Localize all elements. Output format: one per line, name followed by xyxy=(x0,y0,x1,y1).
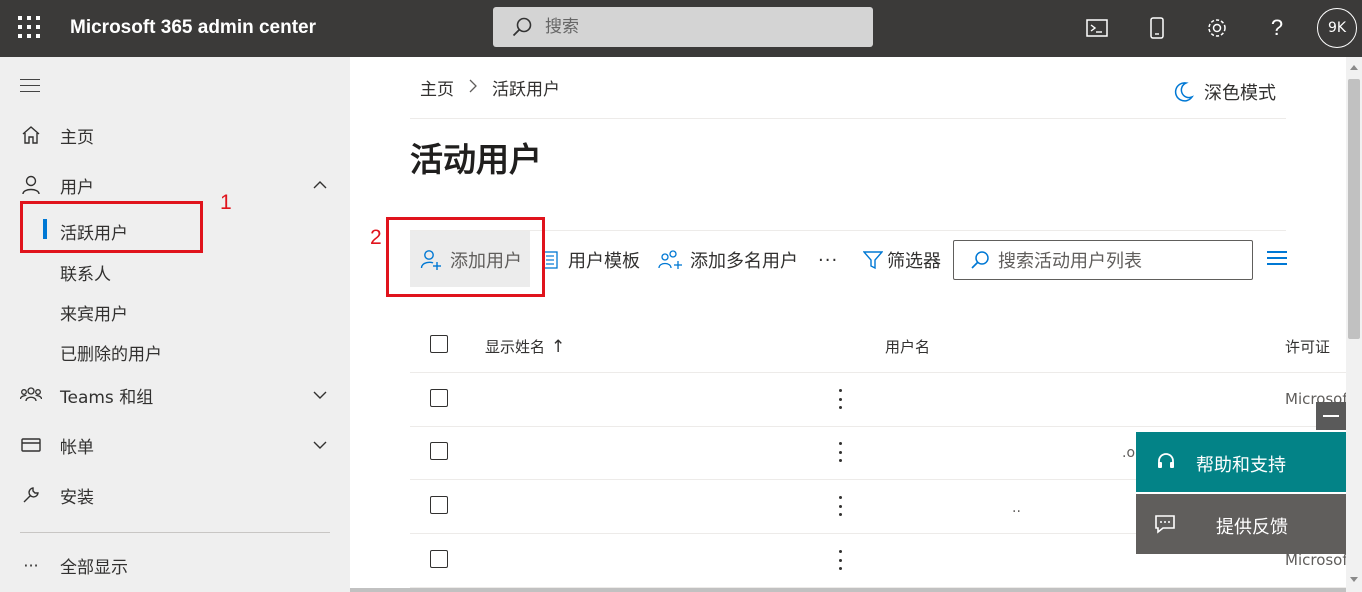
feedback-label: 提供反馈 xyxy=(1216,517,1288,538)
gear-icon[interactable] xyxy=(1203,14,1231,42)
filter-button[interactable]: 筛选器 xyxy=(863,245,941,275)
add-people-icon xyxy=(658,249,682,271)
global-search-input[interactable] xyxy=(545,15,845,39)
user-templates-label: 用户模板 xyxy=(568,251,640,272)
chevron-down-icon[interactable] xyxy=(312,387,328,403)
horizontal-scrollbar[interactable] xyxy=(350,588,1346,592)
nav-label-show-all: 全部显示 xyxy=(60,557,128,578)
nav-label-setup: 安装 xyxy=(60,487,94,508)
chevron-down-icon[interactable] xyxy=(312,437,328,453)
breadcrumb-current: 活跃用户 xyxy=(492,80,560,100)
nav-item-setup[interactable]: 安装 xyxy=(0,477,350,513)
avatar[interactable]: 9K xyxy=(1317,8,1357,48)
annotation-box-1 xyxy=(20,201,203,253)
more-actions-button[interactable]: ··· xyxy=(818,245,838,275)
annotation-number-2: 2 xyxy=(370,226,382,249)
row-username-fragment: .. xyxy=(1012,500,1021,516)
people-group-icon xyxy=(20,384,42,406)
chevron-right-icon xyxy=(468,78,478,98)
row-more-icon[interactable] xyxy=(832,550,848,570)
breadcrumb-home[interactable]: 主页 xyxy=(420,75,454,100)
header-divider xyxy=(410,118,1286,119)
top-bar: Microsoft 365 admin center ? 9K xyxy=(0,0,1362,57)
nav-item-home[interactable]: 主页 xyxy=(0,117,350,153)
chevron-up-icon[interactable] xyxy=(312,177,328,193)
nav-item-users[interactable]: 用户 xyxy=(0,167,350,203)
mobile-app-icon[interactable] xyxy=(1143,14,1171,42)
vertical-scrollbar[interactable] xyxy=(1346,57,1362,592)
column-header-license[interactable]: 许可证 xyxy=(1285,336,1330,357)
nav-item-teams-groups[interactable]: Teams 和组 xyxy=(0,377,350,413)
app-title[interactable]: Microsoft 365 admin center xyxy=(70,17,316,39)
row-checkbox[interactable] xyxy=(430,442,448,460)
help-support-label: 帮助和支持 xyxy=(1196,455,1286,476)
nav-label-teams-groups: Teams 和组 xyxy=(60,387,154,408)
nav-item-deleted-users[interactable]: 已删除的用户 xyxy=(60,340,162,365)
dark-mode-label: 深色模式 xyxy=(1204,83,1276,104)
feedback-button[interactable]: 提供反馈 xyxy=(1136,494,1346,554)
waffle-icon[interactable] xyxy=(18,16,42,40)
nav-item-guest-users[interactable]: 来宾用户 xyxy=(60,300,128,325)
nav-item-billing[interactable]: 帐单 xyxy=(0,427,350,463)
row-more-icon[interactable] xyxy=(832,389,848,409)
display-name-header-label: 显示姓名 xyxy=(485,338,546,356)
breadcrumb: 主页 活跃用户 xyxy=(420,75,560,100)
feedback-chat-icon xyxy=(1154,514,1176,534)
person-icon xyxy=(20,174,42,196)
moon-icon xyxy=(1174,81,1194,103)
ellipsis-icon: ··· xyxy=(23,555,39,575)
hamburger-menu-icon[interactable] xyxy=(20,79,40,97)
credit-card-icon xyxy=(20,434,42,456)
header-row-divider xyxy=(410,372,1350,373)
user-list-search-box[interactable] xyxy=(953,240,1253,280)
row-checkbox[interactable] xyxy=(430,496,448,514)
headset-icon xyxy=(1156,452,1176,472)
column-header-username[interactable]: 用户名 xyxy=(885,336,930,357)
scroll-thumb[interactable] xyxy=(1348,79,1360,339)
nav-label-home: 主页 xyxy=(60,127,94,148)
nav-label-billing: 帐单 xyxy=(60,437,94,458)
nav-item-show-all[interactable]: ··· 全部显示 xyxy=(0,547,350,583)
view-options-icon[interactable] xyxy=(1267,251,1287,269)
row-checkbox[interactable] xyxy=(430,550,448,568)
dark-mode-toggle[interactable]: 深色模式 xyxy=(1174,79,1276,105)
add-multiple-users-label: 添加多名用户 xyxy=(690,251,798,272)
search-icon xyxy=(970,250,990,274)
nav-divider xyxy=(20,532,330,533)
annotation-box-2 xyxy=(386,217,545,297)
help-icon[interactable]: ? xyxy=(1263,14,1291,42)
nav-label-users: 用户 xyxy=(60,177,94,198)
annotation-number-1: 1 xyxy=(220,191,232,214)
row-more-icon[interactable] xyxy=(832,442,848,462)
filter-label: 筛选器 xyxy=(887,251,941,272)
select-all-checkbox[interactable] xyxy=(430,335,448,353)
minimize-help-button[interactable] xyxy=(1316,402,1346,430)
scroll-up-arrow-icon[interactable] xyxy=(1350,65,1358,70)
global-search-box[interactable] xyxy=(493,7,873,47)
add-multiple-users-button[interactable]: 添加多名用户 xyxy=(658,245,798,275)
sort-ascending-icon: ↑ xyxy=(551,336,566,357)
column-header-display-name[interactable]: 显示姓名 ↑ xyxy=(485,336,565,357)
nav-item-contacts[interactable]: 联系人 xyxy=(60,260,111,285)
wrench-icon xyxy=(20,484,42,506)
scroll-down-arrow-icon[interactable] xyxy=(1350,577,1358,582)
left-nav: 主页 用户 活跃用户 联系人 来宾用户 已删除的用户 Teams 和组 帐单 安… xyxy=(0,57,350,592)
row-checkbox[interactable] xyxy=(430,389,448,407)
home-icon xyxy=(20,124,42,146)
row-more-icon[interactable] xyxy=(832,496,848,516)
filter-icon xyxy=(863,250,883,270)
help-support-button[interactable]: 帮助和支持 xyxy=(1136,432,1346,492)
page-title: 活动用户 xyxy=(410,140,542,179)
row-divider xyxy=(410,426,1350,427)
user-templates-button[interactable]: 用户模板 xyxy=(540,245,640,275)
user-list-search-input[interactable] xyxy=(998,249,1238,273)
search-icon xyxy=(511,16,533,42)
cloud-shell-icon[interactable] xyxy=(1083,14,1111,42)
